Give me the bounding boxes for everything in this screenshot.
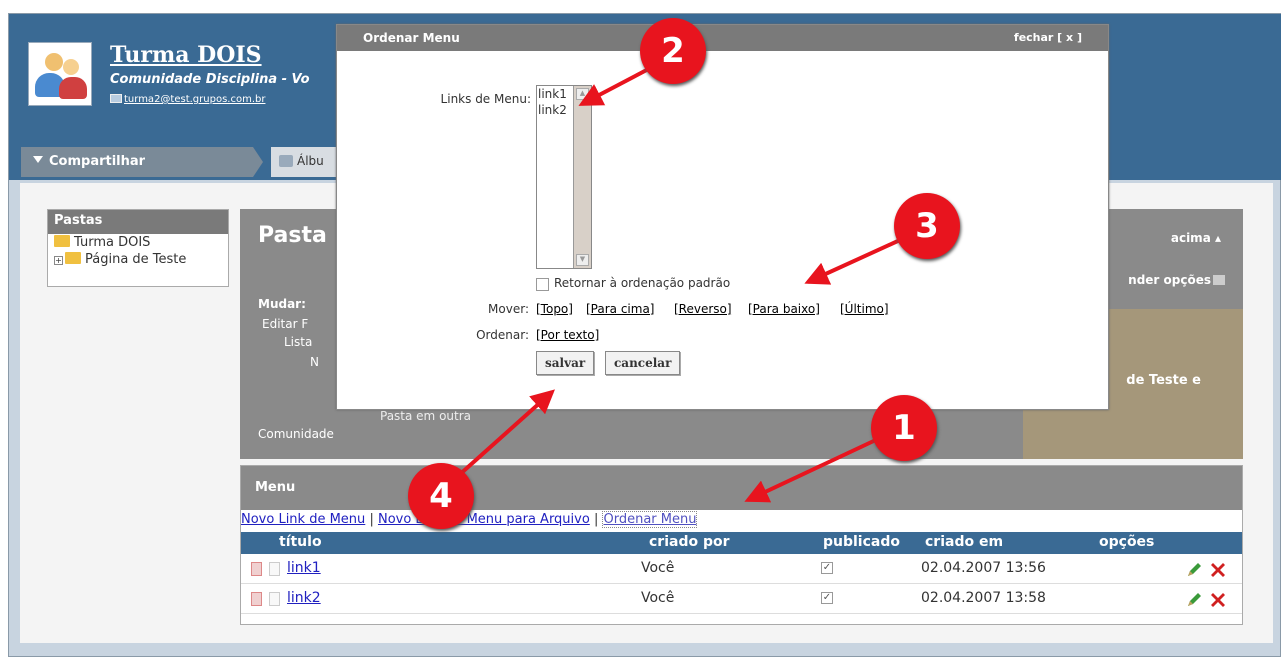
new-file-menu-link[interactable]: Novo Link de Menu para Arquivo bbox=[378, 512, 590, 527]
email-text[interactable]: turma2@test.grupos.com.br bbox=[124, 94, 265, 105]
album-label: Álbu bbox=[297, 154, 324, 168]
edit-pencil-icon[interactable] bbox=[1185, 591, 1203, 609]
order-menu-link[interactable]: Ordenar Menu bbox=[602, 511, 698, 528]
row-created-at: 02.04.2007 13:58 bbox=[921, 590, 1046, 606]
folders-title: Pastas bbox=[48, 210, 228, 234]
expand-options-label: nder opções bbox=[1128, 273, 1211, 287]
col-options: opções bbox=[1099, 534, 1155, 550]
folders-panel: Pastas Turma DOIS + Página de Teste bbox=[47, 209, 229, 287]
edit-pencil-icon[interactable] bbox=[1185, 561, 1203, 579]
reset-order-checkbox[interactable] bbox=[536, 278, 549, 291]
list-link[interactable]: Lista bbox=[284, 335, 312, 349]
expand-options-link[interactable]: nder opções bbox=[1128, 273, 1225, 287]
document-icon bbox=[269, 562, 280, 576]
folder-other-text[interactable]: Pasta em outra bbox=[380, 409, 471, 423]
order-menu-dialog: Ordenar Menu fechar [ x ] Links de Menu:… bbox=[336, 24, 1109, 410]
scroll-down-icon[interactable]: ▼ bbox=[576, 254, 589, 266]
up-link[interactable]: acima ▴ bbox=[1171, 231, 1221, 245]
change-label: Mudar: bbox=[258, 297, 306, 311]
document-icon bbox=[269, 592, 280, 606]
table-row: link1 Você ✓ 02.04.2007 13:56 bbox=[241, 554, 1242, 584]
community-title[interactable]: Turma DOIS bbox=[110, 42, 262, 68]
panel-title: Pasta bbox=[258, 223, 327, 248]
delete-x-icon[interactable] bbox=[1209, 561, 1227, 579]
row-title-link[interactable]: link2 bbox=[287, 590, 321, 606]
move-label: Mover: bbox=[488, 302, 529, 316]
folder-label: Página de Teste bbox=[85, 252, 187, 267]
folder-tree-item[interactable]: Turma DOIS bbox=[48, 234, 228, 251]
separator: | bbox=[593, 512, 599, 527]
expand-icon bbox=[1213, 275, 1225, 285]
col-created-at[interactable]: criado em bbox=[925, 534, 1003, 550]
col-published[interactable]: publicado bbox=[823, 534, 900, 550]
menu-panel: Menu Novo Link de Menu | Novo Link de Me… bbox=[240, 465, 1243, 625]
cancel-button[interactable]: cancelar bbox=[605, 351, 681, 375]
folder-icon bbox=[54, 235, 70, 247]
move-top-link[interactable]: [Topo] bbox=[536, 302, 573, 316]
col-title[interactable]: título bbox=[279, 534, 322, 550]
menu-links-label: Links de Menu: bbox=[440, 92, 531, 106]
callout-3: 3 bbox=[894, 193, 960, 259]
edit-folder-link[interactable]: Editar F bbox=[262, 317, 308, 331]
document-red-icon bbox=[251, 562, 262, 576]
move-down-link[interactable]: [Para baixo] bbox=[748, 302, 820, 316]
row-created-by: Você bbox=[641, 590, 675, 606]
sort-label: Ordenar: bbox=[476, 328, 529, 342]
row-created-at: 02.04.2007 13:56 bbox=[921, 560, 1046, 576]
community-subtitle: Comunidade Disciplina - Vo bbox=[110, 72, 310, 87]
published-checkbox[interactable]: ✓ bbox=[821, 562, 833, 574]
callout-4: 4 bbox=[408, 463, 474, 529]
move-last-link[interactable]: [Último] bbox=[840, 302, 889, 316]
expand-plus-icon[interactable]: + bbox=[54, 256, 63, 265]
page-teste-text: de Teste e bbox=[1126, 373, 1201, 388]
row-title-link[interactable]: link1 bbox=[287, 560, 321, 576]
published-checkbox[interactable]: ✓ bbox=[821, 592, 833, 604]
menu-links-listbox[interactable]: link1 link2 ▲ ▼ bbox=[536, 85, 592, 269]
document-red-icon bbox=[251, 592, 262, 606]
envelope-icon bbox=[110, 94, 122, 103]
share-label: Compartilhar bbox=[49, 154, 146, 169]
move-up-link[interactable]: [Para cima] bbox=[586, 302, 655, 316]
separator: | bbox=[369, 512, 374, 527]
col-created-by[interactable]: criado por bbox=[649, 534, 730, 550]
community-email-link[interactable]: turma2@test.grupos.com.br bbox=[110, 94, 265, 105]
camera-icon bbox=[279, 155, 293, 167]
community-logo bbox=[28, 42, 92, 106]
folder-icon bbox=[65, 252, 81, 264]
table-header: título criado por publicado criado em op… bbox=[241, 532, 1242, 554]
community-label: Comunidade bbox=[258, 427, 334, 441]
new-menu-link[interactable]: Novo Link de Menu bbox=[241, 512, 365, 527]
share-menu-button[interactable]: Compartilhar bbox=[21, 147, 263, 177]
folder-label: Turma DOIS bbox=[74, 235, 151, 250]
dialog-titlebar: Ordenar Menu fechar [ x ] bbox=[337, 25, 1108, 51]
menu-actions: Novo Link de Menu | Novo Link de Menu pa… bbox=[241, 510, 1242, 532]
page-link[interactable]: N bbox=[310, 355, 319, 369]
callout-1: 1 bbox=[871, 395, 937, 461]
row-created-by: Você bbox=[641, 560, 675, 576]
sort-by-text-link[interactable]: [Por texto] bbox=[536, 328, 599, 342]
callout-2: 2 bbox=[640, 18, 706, 84]
close-button[interactable]: fechar [ x ] bbox=[1014, 31, 1082, 44]
triangle-down-icon bbox=[33, 156, 43, 163]
table-row: link2 Você ✓ 02.04.2007 13:58 bbox=[241, 584, 1242, 614]
delete-x-icon[interactable] bbox=[1209, 591, 1227, 609]
scroll-up-icon[interactable]: ▲ bbox=[576, 88, 589, 100]
dialog-title: Ordenar Menu bbox=[363, 31, 460, 45]
folder-tree-item[interactable]: + Página de Teste bbox=[48, 251, 228, 268]
listbox-scrollbar[interactable]: ▲ ▼ bbox=[573, 86, 591, 268]
reset-order-label: Retornar à ordenação padrão bbox=[554, 276, 731, 290]
reverse-link[interactable]: [Reverso] bbox=[674, 302, 732, 316]
menu-title: Menu bbox=[241, 466, 1242, 510]
save-button[interactable]: salvar bbox=[536, 351, 595, 375]
